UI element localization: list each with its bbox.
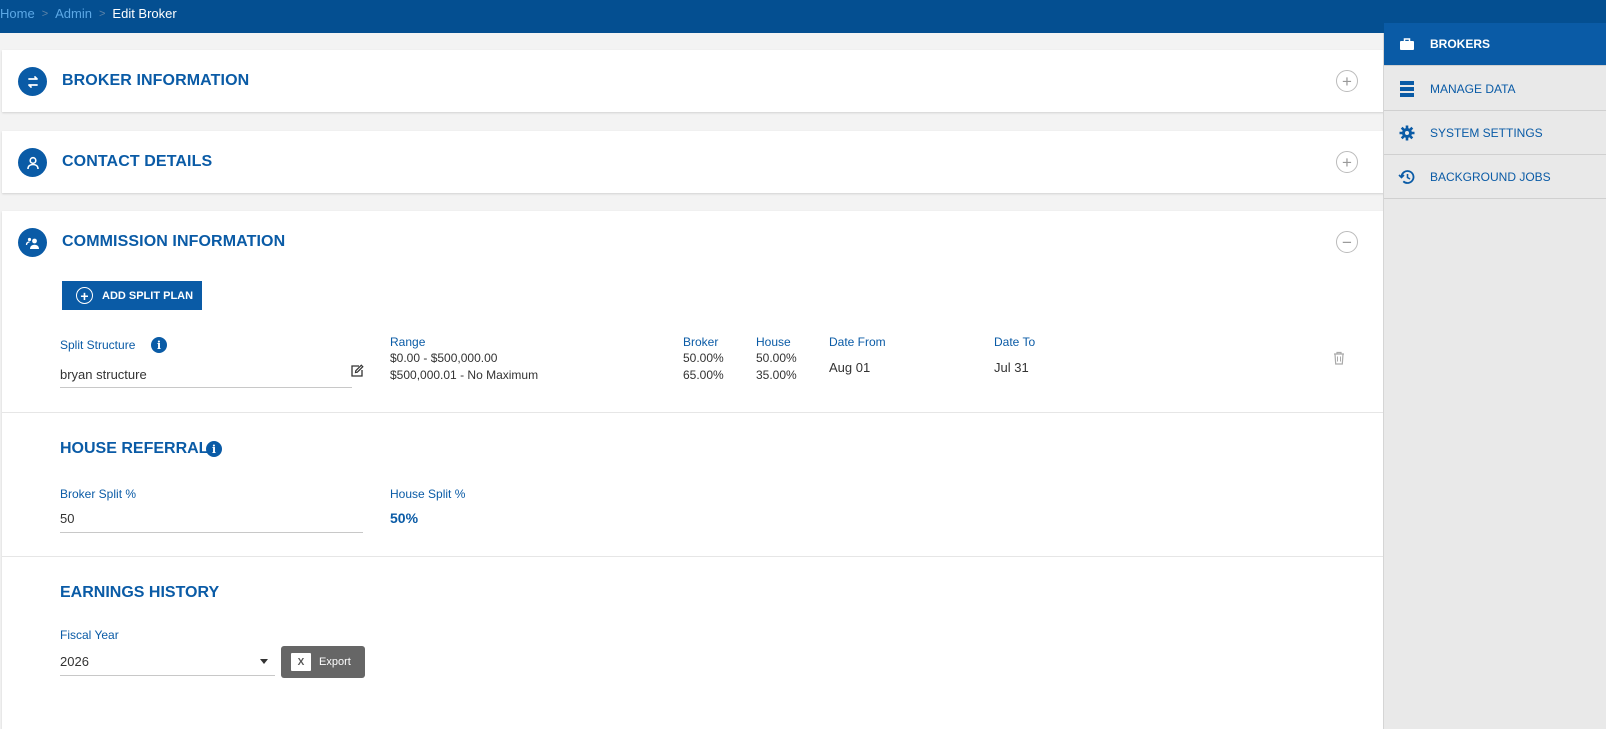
- broker-information-title: BROKER INFORMATION: [62, 72, 250, 89]
- date-from-value: Aug 01: [829, 360, 871, 375]
- sidebar-item-manage-data[interactable]: MANAGE DATA: [1384, 67, 1606, 111]
- plus-circle-icon: +: [76, 287, 93, 304]
- house-split-value: 50%: [390, 510, 419, 526]
- fiscal-year-underline: [60, 675, 275, 676]
- add-split-plan-button[interactable]: + ADD SPLIT PLAN: [62, 281, 202, 310]
- breadcrumb: Home > Admin > Edit Broker: [0, 6, 177, 21]
- earnings-history-title: EARNINGS HISTORY: [60, 584, 220, 601]
- expand-broker-information-button[interactable]: +: [1336, 70, 1358, 92]
- house-row-1: 50.00%: [756, 351, 797, 365]
- fiscal-year-label: Fiscal Year: [60, 628, 119, 642]
- commission-information-title: COMMISSION INFORMATION: [62, 233, 286, 250]
- broker-row-2: 65.00%: [683, 368, 724, 382]
- range-row-2: $500,000.01 - No Maximum: [390, 368, 539, 382]
- broker-header: Broker: [683, 335, 719, 349]
- split-structure-label: Split Structure: [60, 338, 136, 352]
- split-structure-underline: [60, 387, 352, 388]
- commission-information-panel: COMMISSION INFORMATION − + ADD SPLIT PLA…: [2, 211, 1402, 729]
- date-from-header: Date From: [829, 335, 886, 349]
- excel-icon: X: [291, 653, 311, 671]
- export-button[interactable]: X Export: [281, 646, 365, 678]
- sidebar-item-system-settings[interactable]: SYSTEM SETTINGS: [1384, 111, 1606, 155]
- contact-details-panel: CONTACT DETAILS +: [2, 131, 1402, 193]
- collapse-commission-information-button[interactable]: −: [1336, 231, 1358, 253]
- range-row-1: $0.00 - $500,000.00: [390, 351, 498, 365]
- broker-row-1: 50.00%: [683, 351, 724, 365]
- sidebar-item-label: BACKGROUND JOBS: [1430, 169, 1551, 184]
- breadcrumb-current: Edit Broker: [112, 6, 177, 21]
- sidebar-item-label: MANAGE DATA: [1430, 81, 1516, 96]
- edit-icon[interactable]: [350, 364, 364, 383]
- broker-information-header[interactable]: BROKER INFORMATION +: [2, 50, 1402, 112]
- range-header: Range: [390, 335, 426, 349]
- house-split-label: House Split %: [390, 487, 466, 501]
- contact-details-header[interactable]: CONTACT DETAILS +: [2, 131, 1402, 193]
- broker-split-input[interactable]: 50: [60, 511, 74, 526]
- expand-contact-details-button[interactable]: +: [1336, 151, 1358, 173]
- house-header: House: [756, 335, 791, 349]
- broker-split-underline: [60, 532, 363, 533]
- swap-arrows-icon: [18, 67, 47, 96]
- date-to-header: Date To: [994, 335, 1036, 349]
- sidebar-item-brokers[interactable]: BROKERS: [1384, 23, 1606, 66]
- fiscal-year-select[interactable]: 2026: [60, 654, 89, 669]
- house-row-2: 35.00%: [756, 368, 797, 382]
- divider: [2, 412, 1402, 413]
- chevron-right-icon: >: [98, 7, 106, 20]
- add-split-plan-label: ADD SPLIT PLAN: [102, 289, 194, 302]
- caret-down-icon[interactable]: [260, 659, 268, 664]
- breadcrumb-admin-link[interactable]: Admin: [55, 6, 92, 21]
- contact-person-icon: [18, 148, 47, 177]
- users-group-icon: [18, 228, 47, 257]
- database-icon: [1384, 80, 1430, 97]
- trash-icon[interactable]: [1333, 351, 1345, 370]
- export-label: Export: [319, 656, 351, 668]
- commission-information-header[interactable]: COMMISSION INFORMATION −: [2, 211, 1402, 273]
- info-icon[interactable]: i: [206, 441, 222, 457]
- house-referral-title: HOUSE REFERRAL: [60, 440, 209, 457]
- sidebar: BROKERS MANAGE DATA SYSTEM SETTINGS BACK…: [1383, 23, 1606, 729]
- gear-icon: [1384, 125, 1430, 141]
- divider: [2, 556, 1402, 557]
- briefcase-icon: [1384, 37, 1430, 51]
- history-icon: [1384, 169, 1430, 185]
- sidebar-item-background-jobs[interactable]: BACKGROUND JOBS: [1384, 155, 1606, 199]
- breadcrumb-home-link[interactable]: Home: [0, 6, 35, 21]
- contact-details-title: CONTACT DETAILS: [62, 153, 213, 170]
- date-to-value: Jul 31: [994, 360, 1029, 375]
- sidebar-item-label: SYSTEM SETTINGS: [1430, 125, 1543, 140]
- broker-split-label: Broker Split %: [60, 487, 137, 501]
- split-structure-value: bryan structure: [60, 367, 147, 382]
- info-icon[interactable]: i: [151, 337, 167, 353]
- sidebar-item-label: BROKERS: [1430, 37, 1491, 51]
- broker-information-panel: BROKER INFORMATION +: [2, 50, 1402, 112]
- chevron-right-icon: >: [41, 7, 49, 20]
- top-bar: Home > Admin > Edit Broker: [0, 0, 1606, 33]
- main-content: BROKER INFORMATION + CONTACT DETAILS + C…: [0, 33, 1402, 729]
